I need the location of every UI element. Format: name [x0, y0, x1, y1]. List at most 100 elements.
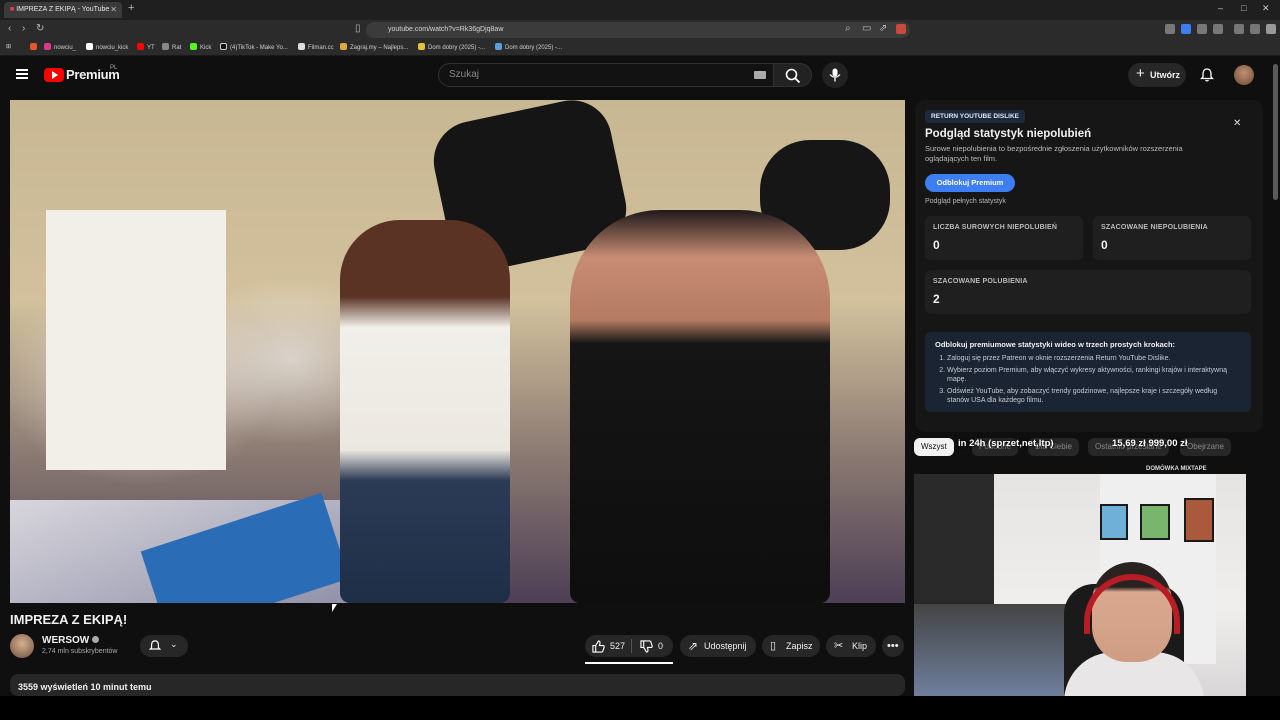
zoom-icon[interactable]: ⌕ — [845, 23, 851, 34]
video-title: IMPREZA Z EKIPĄ! — [10, 612, 128, 627]
apps-icon[interactable]: ⊞ — [6, 43, 11, 50]
browser-tab-active[interactable]: ■ IMPREZA Z EKIPĄ - YouTube ✕ — [4, 2, 122, 18]
maximize-icon[interactable]: □ — [1241, 3, 1246, 13]
search-icon — [785, 68, 801, 84]
search-button[interactable] — [774, 63, 812, 87]
bookmark-item[interactable]: Filman.cc — [298, 43, 334, 51]
clip-button[interactable]: ✂ Klip — [826, 635, 876, 657]
scrollbar-thumb[interactable] — [1273, 64, 1278, 200]
extension-icon[interactable] — [1165, 24, 1175, 34]
wall-picture — [1140, 504, 1170, 540]
person-man — [570, 210, 830, 603]
url-field[interactable]: youtube.com/watch?v=Rk36gDjq8aw — [366, 22, 910, 38]
extension-icon[interactable] — [1197, 24, 1207, 34]
unlock-step: Zaloguj się przez Patreon w oknie rozsze… — [947, 354, 1237, 363]
bookmark-item[interactable]: Dom dobry (2025) -... — [418, 43, 485, 51]
notifications-bell-icon[interactable] — [1200, 68, 1214, 82]
youtube-logo[interactable] — [44, 68, 64, 82]
stat-card: LICZBA SUROWYCH NIEPOLUBIEŃ 0 — [925, 216, 1083, 260]
wall-picture — [1184, 498, 1214, 542]
back-icon[interactable]: ‹ — [8, 23, 11, 34]
like-dislike-group: 527 0 — [585, 635, 673, 664]
bookmark-item[interactable]: nowciu_ — [44, 43, 76, 51]
bookmark-item[interactable] — [30, 43, 40, 51]
minimize-icon[interactable]: – — [1218, 3, 1223, 13]
channel-avatar[interactable] — [10, 634, 34, 658]
full-stats-link[interactable]: Podgląd pełnych statystyk — [925, 198, 1006, 205]
photo-board — [46, 210, 226, 470]
share-page-icon[interactable]: ⇗ — [879, 23, 887, 34]
mouse-cursor-icon — [332, 604, 337, 612]
ryd-heading: Podgląd statystyk niepolubień — [925, 128, 1092, 140]
bookmark-label: Zagraj.my – Najleps... — [350, 45, 409, 51]
bookmark-item[interactable]: Dom dobry (2025) -... — [495, 43, 562, 51]
reload-icon[interactable]: ↻ — [36, 23, 44, 34]
more-actions-button[interactable]: ••• — [882, 635, 904, 657]
browser-toolbar: ‹ › ↻ ▯ youtube.com/watch?v=Rk36gDjq8aw … — [0, 20, 1280, 40]
account-avatar[interactable] — [1234, 65, 1254, 85]
extension-icon[interactable] — [1213, 24, 1223, 34]
wall-picture — [1100, 504, 1128, 540]
create-button[interactable]: Utwórz — [1128, 62, 1186, 87]
stream-overlay-goal: in 24h (sprzet,net,ltp) — [958, 438, 1054, 449]
like-count[interactable]: 527 — [610, 635, 625, 657]
bookmark-label: nowciu_kick — [96, 45, 129, 51]
extension-icon[interactable] — [1181, 24, 1191, 34]
subscribed-bell-button[interactable]: ⌄ — [140, 635, 188, 657]
extension-icon[interactable] — [1250, 24, 1260, 34]
voice-search-button[interactable] — [822, 62, 848, 88]
unlock-steps-box: Odblokuj premiumowe statystyki wideo w t… — [925, 332, 1251, 412]
screen-icon[interactable]: ▭ — [862, 23, 871, 34]
hamburger-menu-icon[interactable] — [16, 69, 28, 79]
bookmark-item[interactable]: YT — [137, 43, 155, 51]
more-horizontal-icon: ••• — [887, 640, 899, 652]
bookmark-item[interactable]: Rat — [162, 43, 181, 51]
bookmarks-bar: ⊞ nowciu_ nowciu_kick YT Rat Kick (4)Tik… — [0, 40, 1280, 56]
subscriber-count: 2,74 mln subskrybentów — [42, 648, 118, 655]
bottom-strip — [0, 696, 1280, 720]
chevron-down-icon: ⌄ — [170, 639, 178, 649]
bookmark-item[interactable]: nowciu_kick — [86, 43, 128, 51]
search-input[interactable]: Szukaj — [438, 63, 774, 87]
clip-label: Klip — [852, 641, 868, 651]
video-player[interactable] — [10, 100, 905, 603]
save-button[interactable]: ▯ Zapisz — [762, 635, 820, 657]
close-window-icon[interactable]: ✕ — [1262, 3, 1270, 14]
bookmark-item[interactable]: Kick — [190, 43, 211, 51]
stat-label: SZACOWANE POLUBIENIA — [933, 278, 1028, 285]
thumbs-up-icon[interactable] — [592, 640, 605, 653]
bookmark-icon: ▯ — [770, 640, 777, 652]
description-box[interactable]: 3559 wyświetleń 10 minut temu — [10, 674, 905, 696]
stat-value: 0 — [1101, 238, 1108, 252]
stat-value: 0 — [933, 238, 940, 252]
bookmark-item[interactable]: (4)TikTok - Make Yo... — [220, 43, 288, 51]
thumbs-down-icon[interactable] — [640, 640, 653, 653]
webcam-shelf — [914, 474, 994, 614]
youtube-header: Premium PL Szukaj Utwórz — [0, 56, 1280, 94]
ryd-panel: RETURN YOUTUBE DISLIKE ✕ Podgląd statyst… — [915, 100, 1263, 432]
chip-all[interactable]: Wszyst — [914, 438, 954, 456]
unlock-premium-button[interactable]: Odblokuj Premium — [925, 174, 1015, 192]
forward-icon[interactable]: › — [22, 23, 25, 34]
brave-shield-icon[interactable] — [896, 24, 906, 34]
create-label: Utwórz — [1150, 70, 1180, 80]
bookmark-item[interactable]: Zagraj.my – Najleps... — [340, 43, 408, 51]
share-button[interactable]: ⇗ Udostępnij — [680, 635, 756, 657]
webcam-bed — [914, 604, 1074, 696]
verified-icon — [92, 636, 100, 643]
media-icon[interactable] — [1234, 24, 1244, 34]
region-label: PL — [110, 65, 118, 71]
menu-icon[interactable] — [1266, 24, 1276, 34]
stream-overlay-amount: 15,69 zł 999,00 zł — [1112, 438, 1188, 449]
url-text: youtube.com/watch?v=Rk36gDjq8aw — [388, 26, 504, 33]
bookmark-label: Dom dobry (2025) -... — [505, 45, 563, 51]
close-tab-icon[interactable]: ✕ — [110, 2, 117, 18]
bookmark-icon[interactable]: ▯ — [355, 23, 361, 34]
stat-label: LICZBA SUROWYCH NIEPOLUBIEŃ — [933, 224, 1058, 231]
dislike-count[interactable]: 0 — [658, 635, 663, 657]
bookmark-label: nowciu_ — [54, 45, 77, 51]
close-icon[interactable]: ✕ — [1233, 118, 1241, 129]
channel-name-row[interactable]: WERSOW — [42, 635, 100, 646]
keyboard-icon[interactable] — [754, 71, 766, 79]
new-tab-icon[interactable]: + — [128, 2, 134, 14]
